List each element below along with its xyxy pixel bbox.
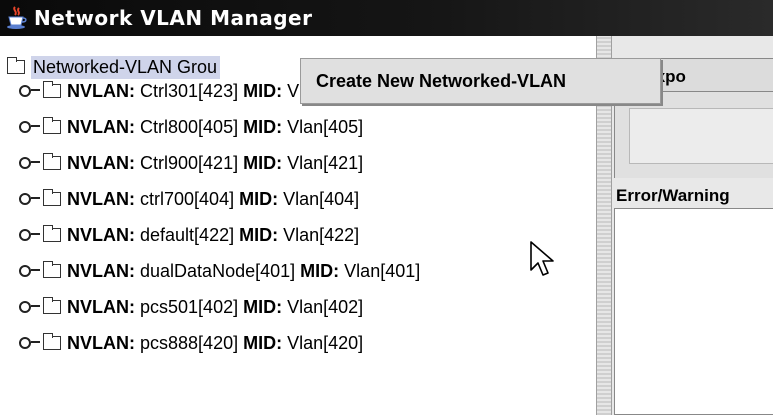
nvlan-name: Ctrl800[405] [140, 116, 239, 137]
mid-value: Vlan[404] [283, 188, 360, 209]
create-nvlan-menu-item[interactable]: Create New Networked-VLAN [316, 71, 566, 92]
error-warning-area[interactable] [614, 208, 773, 415]
title-bar: Network VLAN Manager [0, 0, 773, 36]
expand-handle-icon[interactable] [19, 228, 41, 242]
nvlan-prefix: NVLAN: [67, 116, 135, 137]
error-warning-label: Error/Warning [616, 186, 730, 205]
mid-value: Vlan[401] [344, 260, 421, 281]
mid-value: Vlan[422] [283, 224, 360, 245]
tree-node[interactable]: NVLAN: default[422] MID: Vlan[422] [0, 220, 359, 250]
tree-node-label[interactable]: NVLAN: dualDataNode[401] MID: Vlan[401] [67, 261, 420, 282]
expand-handle-icon[interactable] [19, 84, 41, 98]
expand-handle-icon[interactable] [19, 156, 41, 170]
mid-label: MID: [243, 80, 283, 101]
window-title: Network VLAN Manager [34, 6, 313, 30]
nvlan-prefix: NVLAN: [67, 188, 135, 209]
nvlan-name: Ctrl900[421] [140, 152, 239, 173]
import-export-panel [614, 92, 773, 178]
mid-label: MID: [239, 188, 279, 209]
nvlan-name: dualDataNode[401] [140, 260, 296, 281]
folder-icon [43, 297, 61, 314]
mid-value: Vlan[402] [287, 296, 364, 317]
tree-node-label[interactable]: NVLAN: pcs501[402] MID: Vlan[402] [67, 297, 363, 318]
nvlan-name: default[422] [140, 224, 235, 245]
mid-label: MID: [243, 116, 283, 137]
nvlan-prefix: NVLAN: [67, 224, 135, 245]
mid-value: Vlan[405] [287, 116, 364, 137]
tree-node[interactable]: NVLAN: pcs888[420] MID: Vlan[420] [0, 328, 363, 358]
mid-label: MID: [300, 260, 340, 281]
context-menu: Create New Networked-VLAN [300, 58, 661, 104]
tree-node[interactable]: NVLAN: ctrl700[404] MID: Vlan[404] [0, 184, 359, 214]
expand-handle-icon[interactable] [19, 300, 41, 314]
tree-node[interactable]: NVLAN: Ctrl800[405] MID: Vlan[405] [0, 112, 363, 142]
nvlan-name: ctrl700[404] [140, 188, 235, 209]
mouse-pointer-icon [530, 241, 554, 276]
nvlan-name: pcs501[402] [140, 296, 239, 317]
tree-node-label[interactable]: NVLAN: pcs888[420] MID: Vlan[420] [67, 333, 363, 354]
folder-icon [43, 225, 61, 242]
import-export-box [629, 108, 773, 164]
expand-handle-icon[interactable] [19, 336, 41, 350]
nvlan-prefix: NVLAN: [67, 296, 135, 317]
folder-icon [43, 189, 61, 206]
folder-icon [43, 333, 61, 350]
folder-icon [43, 81, 61, 98]
expand-handle-icon[interactable] [19, 120, 41, 134]
nvlan-prefix: NVLAN: [67, 152, 135, 173]
tree-node-label[interactable]: NVLAN: Ctrl900[421] MID: Vlan[421] [67, 153, 363, 174]
nvlan-prefix: NVLAN: [67, 80, 135, 101]
nvlan-name: Ctrl301[423] [140, 80, 239, 101]
mid-label: MID: [243, 152, 283, 173]
mid-label: MID: [239, 224, 279, 245]
mid-value: Vlan[420] [287, 332, 364, 353]
folder-icon [43, 153, 61, 170]
expand-handle-icon[interactable] [19, 192, 41, 206]
tree-node-label[interactable]: NVLAN: Ctrl800[405] MID: Vlan[405] [67, 117, 363, 138]
folder-icon [43, 261, 61, 278]
mid-value: Vlan[421] [287, 152, 364, 173]
tree-node-label[interactable]: NVLAN: ctrl700[404] MID: Vlan[404] [67, 189, 359, 210]
tree-node[interactable]: NVLAN: Ctrl900[421] MID: Vlan[421] [0, 148, 363, 178]
folder-icon [43, 117, 61, 134]
tree-node[interactable]: NVLAN: pcs501[402] MID: Vlan[402] [0, 292, 363, 322]
tree-node[interactable]: NVLAN: dualDataNode[401] MID: Vlan[401] [0, 256, 420, 286]
folder-icon [7, 57, 25, 74]
nvlan-prefix: NVLAN: [67, 260, 135, 281]
mid-label: MID: [243, 332, 283, 353]
java-cup-icon[interactable] [6, 6, 28, 30]
nvlan-name: pcs888[420] [140, 332, 239, 353]
mid-label: MID: [243, 296, 283, 317]
expand-handle-icon[interactable] [19, 264, 41, 278]
tree-node-label[interactable]: NVLAN: default[422] MID: Vlan[422] [67, 225, 359, 246]
nvlan-prefix: NVLAN: [67, 332, 135, 353]
